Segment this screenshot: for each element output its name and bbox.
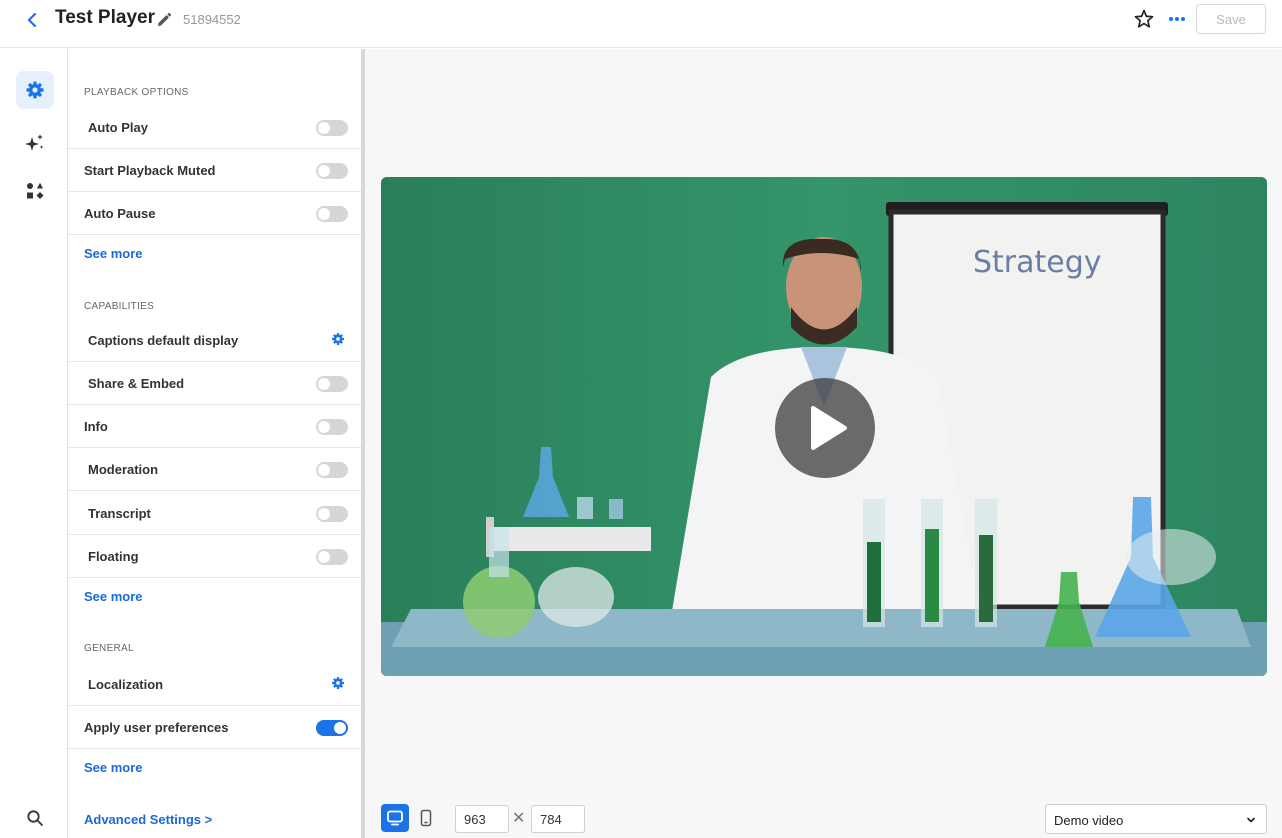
setting-row-auto-play: Auto Play (68, 106, 361, 149)
setting-row-share-embed: Share & Embed (68, 362, 361, 405)
section-title-playback: PLAYBACK OPTIONS (84, 87, 189, 98)
rail-settings-button[interactable] (16, 71, 54, 109)
setting-label: Localization (88, 677, 164, 692)
see-more-playback-link[interactable]: See more (84, 246, 143, 261)
play-button[interactable] (775, 378, 875, 478)
whiteboard-text: Strategy (973, 245, 1102, 280)
play-icon (811, 406, 847, 450)
setting-label: Captions default display (88, 333, 239, 348)
setting-label: Start Playback Muted (84, 163, 216, 178)
width-input[interactable] (455, 805, 509, 833)
setting-row-info: Info (68, 405, 361, 448)
setting-row-start-muted: Start Playback Muted (68, 149, 361, 192)
settings-panel: PLAYBACK OPTIONS Auto Play Start Playbac… (68, 49, 361, 838)
setting-row-localization: Localization (68, 663, 361, 706)
start-muted-toggle[interactable] (316, 163, 348, 179)
gear-icon (26, 81, 44, 99)
section-title-general: GENERAL (84, 643, 134, 654)
mobile-view-button[interactable] (412, 804, 440, 832)
save-button[interactable]: Save (1196, 4, 1266, 34)
user-preferences-toggle[interactable] (316, 720, 348, 736)
setting-label: Info (84, 419, 108, 434)
chevron-down-icon (1247, 817, 1255, 823)
setting-row-auto-pause: Auto Pause (68, 192, 361, 235)
localization-settings-gear-icon[interactable] (331, 676, 345, 690)
setting-label: Transcript (88, 506, 151, 521)
back-chevron-icon[interactable] (22, 8, 42, 32)
page-title: Test Player (55, 7, 155, 28)
star-icon[interactable] (1133, 8, 1155, 30)
section-title-capabilities: CAPABILITIES (84, 301, 155, 312)
setting-label: Auto Play (88, 120, 148, 135)
setting-label: Share & Embed (88, 376, 185, 391)
setting-label: Floating (88, 549, 139, 564)
selected-video: Demo video (1054, 813, 1124, 828)
advanced-settings-link[interactable]: Advanced Settings > (84, 812, 212, 827)
video-select-dropdown[interactable]: Demo video (1045, 804, 1267, 834)
setting-row-floating: Floating (68, 535, 361, 578)
moderation-toggle[interactable] (316, 462, 348, 478)
left-rail (0, 49, 68, 838)
rail-components-button[interactable] (16, 172, 54, 210)
setting-label: Moderation (88, 462, 159, 477)
more-options-icon[interactable] (1165, 7, 1189, 31)
share-embed-toggle[interactable] (316, 376, 348, 392)
desktop-icon (387, 810, 403, 826)
dimension-separator: ✕ (512, 810, 526, 827)
sparkles-icon (25, 134, 44, 151)
height-input[interactable] (531, 805, 585, 833)
setting-row-captions: Captions default display (68, 319, 361, 362)
shapes-icon (27, 182, 44, 199)
desktop-view-button[interactable] (381, 804, 409, 832)
see-more-capabilities-link[interactable]: See more (84, 589, 143, 604)
rail-search-button[interactable] (16, 799, 54, 837)
header-bar: Test Player 51894552 Save (0, 0, 1282, 48)
setting-label: Auto Pause (84, 206, 156, 221)
see-more-general-link[interactable]: See more (84, 760, 143, 775)
info-toggle[interactable] (316, 419, 348, 435)
pencil-icon[interactable] (155, 11, 173, 29)
auto-pause-toggle[interactable] (316, 206, 348, 222)
search-icon (27, 810, 43, 826)
auto-play-toggle[interactable] (316, 120, 348, 136)
mobile-icon (420, 809, 432, 827)
setting-label: Apply user preferences (84, 720, 229, 735)
setting-row-transcript: Transcript (68, 492, 361, 535)
player-id: 51894552 (183, 12, 241, 27)
captions-settings-gear-icon[interactable] (331, 332, 345, 346)
rail-ai-button[interactable] (16, 124, 54, 162)
setting-row-moderation: Moderation (68, 448, 361, 491)
setting-row-user-preferences: Apply user preferences (68, 706, 361, 749)
floating-toggle[interactable] (316, 549, 348, 565)
transcript-toggle[interactable] (316, 506, 348, 522)
